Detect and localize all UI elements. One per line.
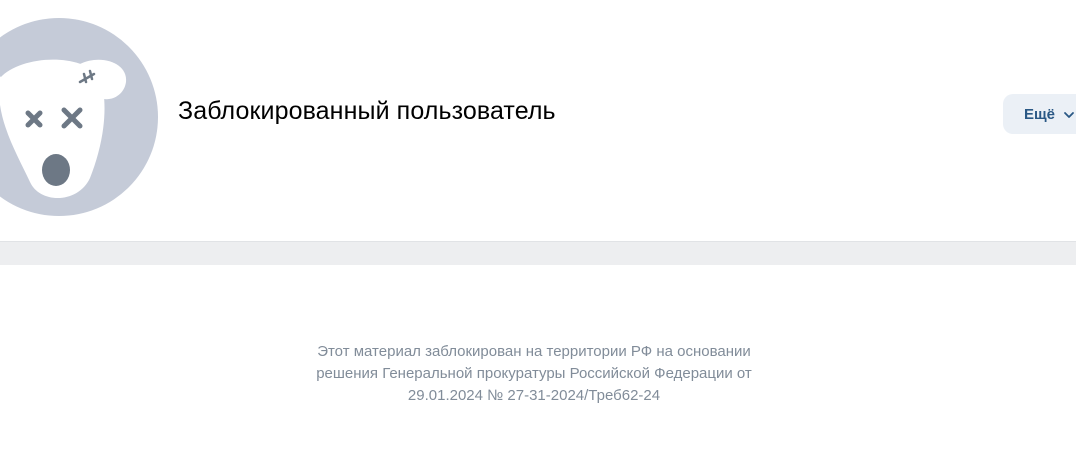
blocked-notice: Этот материал заблокирован на территории… <box>258 341 810 407</box>
profile-header: Заблокированный пользователь Ещё <box>0 0 1076 241</box>
more-button[interactable]: Ещё <box>1003 94 1076 134</box>
chevron-down-icon <box>1063 108 1075 120</box>
section-separator <box>0 241 1076 265</box>
more-button-label: Ещё <box>1024 105 1056 123</box>
blocked-notice-line-3: 29.01.2024 № 27-31-2024/Треб62-24 <box>407 387 661 404</box>
blocked-notice-line-1: Этот материал заблокирован на территории… <box>317 343 751 360</box>
profile-name: Заблокированный пользователь <box>178 97 556 125</box>
blocked-dog-icon <box>0 18 158 216</box>
blocked-notice-line-2: решения Генеральной прокуратуры Российск… <box>316 365 752 382</box>
avatar <box>0 18 158 216</box>
